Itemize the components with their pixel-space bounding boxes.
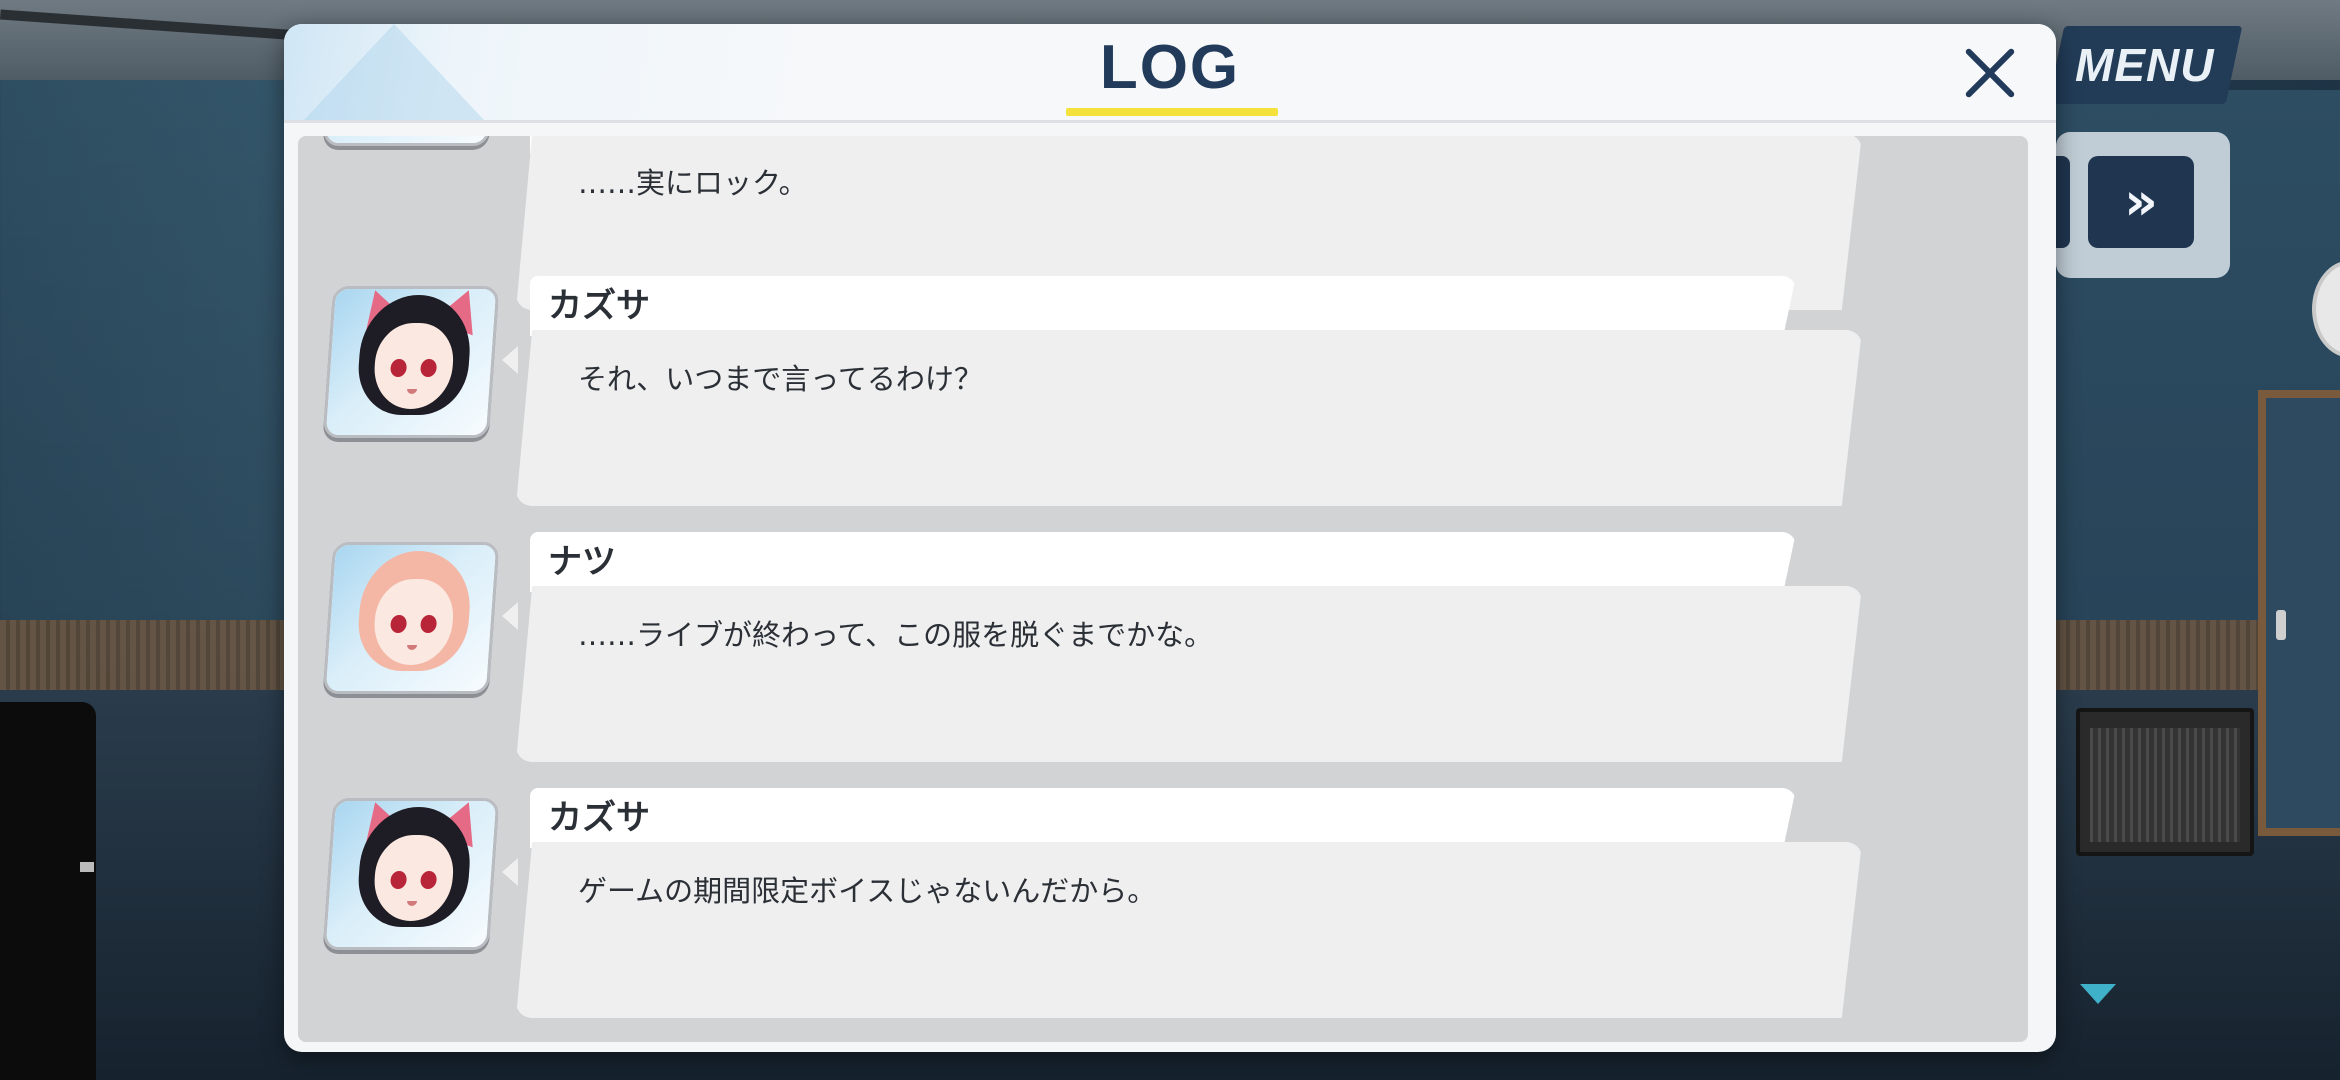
log-entry: ……実にロック。	[298, 136, 2028, 310]
speaker-plate: ナツ	[530, 532, 1796, 592]
side-panel-handle[interactable]	[80, 862, 94, 872]
speaker-name: ナツ	[548, 542, 616, 582]
fast-forward-icon: »	[2124, 172, 2158, 232]
bubble-tail	[502, 858, 518, 886]
triangle-down-icon	[2080, 984, 2116, 1004]
avatar-kazusa	[322, 286, 500, 438]
background-door-handle	[2276, 610, 2286, 640]
log-list[interactable]: ……実にロック。 カズサ それ、いつまで言ってるわけ？ ナツ ……ライブが終わっ…	[298, 136, 2028, 1042]
dialogue-bubble: ……ライブが終わって、この服を脱ぐまでかな。	[516, 586, 1862, 762]
menu-button[interactable]: MENU	[2047, 26, 2243, 104]
dialogue-bubble: それ、いつまで言ってるわけ？	[516, 330, 1862, 506]
dialogue-text: ゲームの期間限定ボイスじゃないんだから。	[578, 874, 1157, 908]
dialogue-bubble: ゲームの期間限定ボイスじゃないんだから。	[516, 842, 1862, 1018]
log-dialog: LOG ……実にロック。 カズサ それ、いつまで言ってるわけ？ ナツ ……ライブ…	[284, 24, 2056, 1052]
side-panel	[0, 702, 96, 1080]
speaker-plate: カズサ	[530, 788, 1796, 848]
title-underline	[1066, 108, 1278, 116]
fast-forward-button[interactable]: »	[2088, 156, 2194, 248]
menu-button-label: MENU	[2075, 39, 2215, 91]
log-title: LOG	[1099, 33, 1241, 102]
auto-button[interactable]	[2054, 156, 2070, 248]
speaker-name: カズサ	[548, 798, 650, 838]
avatar-kazusa	[322, 798, 500, 950]
dialogue-text: ……ライブが終わって、この服を脱ぐまでかな。	[578, 618, 1214, 652]
background-amplifier	[2076, 708, 2254, 856]
log-entry: カズサ それ、いつまで言ってるわけ？	[298, 276, 2028, 516]
close-icon[interactable]	[1956, 38, 2026, 108]
log-entry: カズサ ゲームの期間限定ボイスじゃないんだから。	[298, 788, 2028, 1028]
log-header: LOG	[284, 24, 2056, 123]
background-door	[2258, 390, 2340, 836]
log-entry: ナツ ……ライブが終わって、この服を脱ぐまでかな。	[298, 532, 2028, 772]
dialogue-text: ……実にロック。	[578, 166, 808, 200]
dialogue-text: それ、いつまで言ってるわけ？	[578, 362, 983, 396]
bubble-tail	[502, 602, 518, 630]
bubble-tail	[502, 346, 518, 374]
speaker-name: カズサ	[548, 286, 650, 326]
speaker-plate: カズサ	[530, 276, 1796, 336]
avatar-natsu	[322, 542, 500, 694]
avatar-natsu	[322, 136, 500, 146]
